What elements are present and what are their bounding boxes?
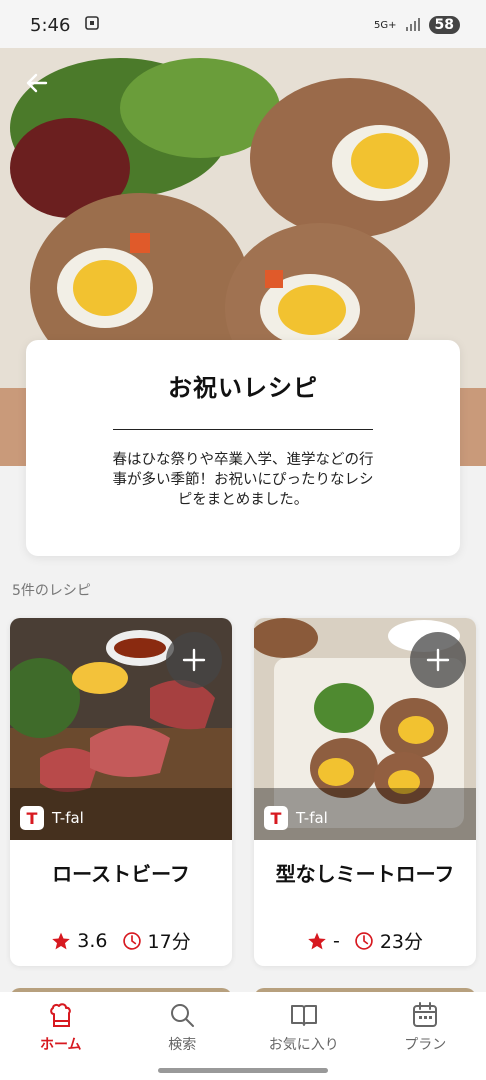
nav-item-search[interactable]: 検索 (127, 1000, 237, 1054)
nav-label: ホーム (39, 1037, 82, 1053)
tfal-logo-icon: T (20, 806, 44, 830)
rating: - (307, 930, 340, 952)
clock-icon (122, 931, 141, 950)
plus-icon (426, 648, 450, 672)
status-bar: 5:46 5G+ 58 (0, 0, 486, 50)
book-icon (290, 1005, 317, 1026)
cook-time: 23分 (354, 927, 423, 954)
recipe-card-roast-beef[interactable]: T T-fal ローストビーフ 3.6 17分 (10, 618, 232, 966)
star-icon (308, 932, 326, 949)
plus-icon (182, 648, 206, 672)
title-divider (113, 429, 373, 430)
rating-value: - (332, 929, 340, 952)
brand-label: T T-fal (20, 806, 84, 830)
cook-time-value: 17分 (147, 931, 191, 953)
recipe-count: 5件のレシピ (12, 583, 91, 599)
collection-intro-card: お祝いレシピ 春はひな祭りや卒業入学、進学などの行事が多い季節！お祝いにぴったり… (26, 340, 460, 556)
star-icon (52, 932, 71, 949)
nav-label: プラン (404, 1037, 447, 1053)
rating: 3.6 (51, 929, 108, 952)
recipe-image: T T-fal (10, 618, 232, 840)
clock-icon (355, 931, 373, 950)
recipe-meta: - 23分 (254, 927, 476, 954)
back-arrow-icon[interactable] (24, 70, 50, 96)
rating-value: 3.6 (77, 929, 108, 952)
cook-time: 17分 (122, 927, 191, 954)
nav-label: 検索 (168, 1037, 197, 1053)
collection-description: 春はひな祭りや卒業入学、進学などの行事が多い季節！お祝いにぴったりなレシピをまと… (112, 452, 374, 508)
tfal-logo-icon: T (264, 806, 288, 830)
status-time: 5:46 (30, 14, 71, 36)
signal-icon (405, 15, 421, 36)
add-to-plan-button[interactable] (410, 632, 466, 688)
recipe-name: ローストビーフ (52, 862, 190, 886)
home-indicator[interactable] (158, 1068, 328, 1073)
screenshot-icon (84, 15, 100, 36)
battery-badge: 58 (428, 16, 460, 34)
add-to-plan-button[interactable] (166, 632, 222, 688)
nav-label: お気に入り (268, 1037, 339, 1053)
brand-name: T-fal (52, 809, 84, 827)
nav-item-home[interactable]: ホーム (6, 1000, 116, 1054)
brand-label: T T-fal (264, 806, 328, 830)
recipe-meta: 3.6 17分 (10, 927, 232, 954)
calendar-icon (413, 1002, 438, 1027)
network-label: 5G+ (374, 19, 397, 31)
collection-title: お祝いレシピ (168, 374, 318, 402)
recipe-image: T T-fal (254, 618, 476, 840)
bottom-navigation: ホーム 検索 お気に入り プラン (0, 992, 486, 1080)
recipe-card-meatloaf[interactable]: T T-fal 型なしミートローフ - 23分 (254, 618, 476, 966)
recipe-name: 型なしミートローフ (275, 862, 455, 886)
cook-time-value: 23分 (379, 931, 424, 953)
nav-item-plan[interactable]: プラン (370, 1000, 480, 1054)
nav-item-favorites[interactable]: お気に入り (249, 1000, 359, 1054)
search-icon (171, 1004, 195, 1027)
chef-home-icon (49, 1003, 71, 1027)
brand-name: T-fal (296, 809, 328, 827)
